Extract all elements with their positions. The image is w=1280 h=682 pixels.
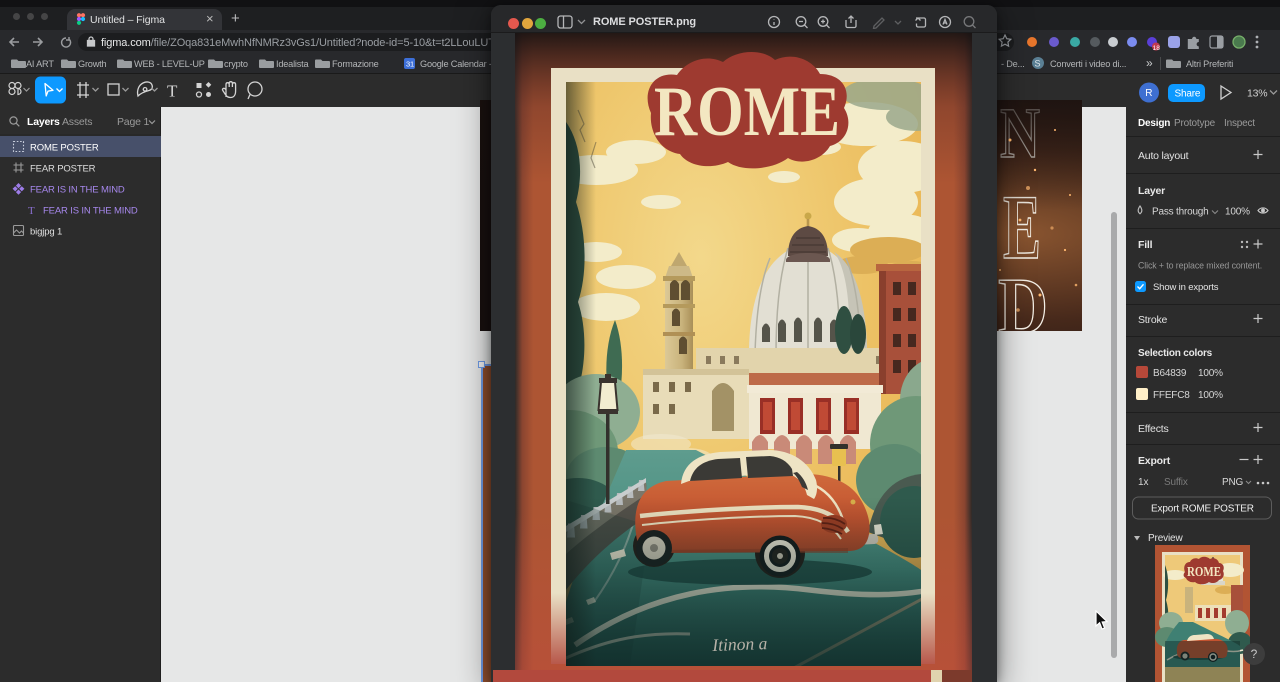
svg-text:FEAR POSTER: FEAR POSTER	[30, 164, 96, 175]
svg-text:Google Calendar -...: Google Calendar -...	[420, 59, 499, 69]
svg-text:Auto layout: Auto layout	[1138, 150, 1189, 162]
svg-text:FFEFC8: FFEFC8	[1153, 390, 1190, 401]
svg-text:crypto: crypto	[224, 59, 248, 69]
svg-text:Export: Export	[1138, 455, 1171, 467]
svg-text:1x: 1x	[1138, 477, 1149, 488]
svg-text:T: T	[28, 205, 35, 217]
svg-text:R: R	[1145, 88, 1152, 99]
svg-text:Layers: Layers	[27, 116, 60, 128]
svg-text:Selection colors: Selection colors	[1138, 348, 1213, 359]
svg-text:13%: 13%	[1247, 88, 1267, 100]
svg-text:Prototype: Prototype	[1174, 118, 1216, 129]
svg-text:Effects: Effects	[1138, 423, 1169, 435]
svg-text:Stroke: Stroke	[1138, 314, 1168, 326]
svg-text:Assets: Assets	[62, 116, 92, 128]
svg-text:ROME: ROME	[654, 73, 840, 151]
svg-text:100%: 100%	[1225, 207, 1250, 218]
svg-text:FEAR IS IN THE MIND: FEAR IS IN THE MIND	[43, 206, 138, 217]
svg-text:18: 18	[1153, 45, 1161, 52]
svg-text:WEB - LEVEL-UP: WEB - LEVEL-UP	[134, 59, 205, 69]
svg-text:31: 31	[406, 60, 414, 69]
svg-text:Suffix: Suffix	[1164, 477, 1188, 488]
svg-text:D: D	[998, 263, 1048, 331]
svg-text:Converti i video di...: Converti i video di...	[1050, 59, 1126, 69]
svg-text:S: S	[1035, 59, 1041, 69]
svg-text:Export ROME POSTER: Export ROME POSTER	[1151, 504, 1254, 515]
svg-text:Formazione: Formazione	[332, 59, 379, 69]
svg-text:PNG: PNG	[1222, 477, 1243, 488]
svg-text:ROME: ROME	[1187, 565, 1221, 580]
svg-text:Idealista: Idealista	[276, 59, 310, 69]
svg-text:Altri Preferiti: Altri Preferiti	[1186, 59, 1233, 69]
svg-text:T: T	[167, 82, 178, 101]
svg-text:bigjpg 1: bigjpg 1	[30, 227, 62, 238]
svg-text:Click + to replace mixed conte: Click + to replace mixed content.	[1138, 261, 1262, 271]
svg-text:- De...: - De...	[1001, 59, 1025, 69]
svg-text:Growth: Growth	[78, 59, 107, 69]
svg-text:Itinon a: Itinon a	[711, 633, 768, 655]
svg-text:Fill: Fill	[1138, 239, 1153, 251]
svg-text:Page 1: Page 1	[117, 116, 149, 128]
svg-text:B64839: B64839	[1153, 368, 1187, 379]
svg-text:Layer: Layer	[1138, 185, 1165, 197]
svg-text:100%: 100%	[1198, 390, 1223, 401]
svg-text:Design: Design	[1138, 118, 1170, 129]
svg-text:FEAR IS IN THE MIND: FEAR IS IN THE MIND	[30, 185, 125, 196]
svg-text:100%: 100%	[1198, 368, 1223, 379]
svg-text:Show in exports: Show in exports	[1153, 282, 1219, 293]
svg-text:Share: Share	[1175, 89, 1201, 100]
svg-text:Preview: Preview	[1148, 533, 1183, 544]
svg-text:Pass through: Pass through	[1152, 207, 1209, 218]
svg-text:ROME POSTER: ROME POSTER	[30, 143, 99, 154]
svg-text:Inspect: Inspect	[1224, 118, 1255, 129]
svg-text:AI ART: AI ART	[26, 59, 54, 69]
svg-text:»: »	[1146, 56, 1153, 70]
